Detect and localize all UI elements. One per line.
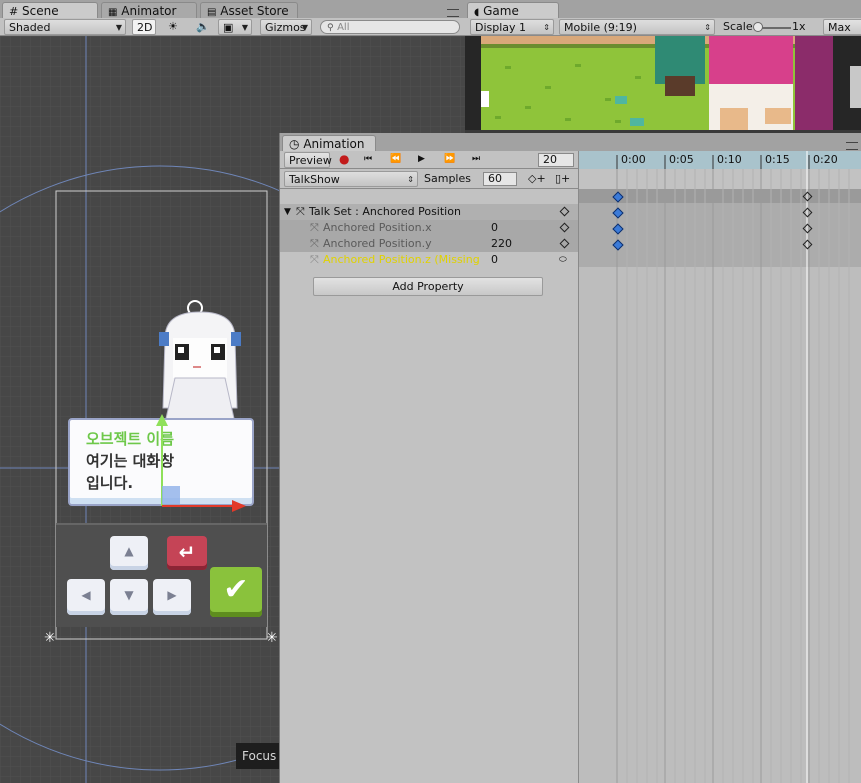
search-icon: ⚲ bbox=[327, 23, 334, 33]
maximize-on-play-button[interactable]: Max bbox=[823, 19, 861, 35]
back-button[interactable]: ↵ bbox=[167, 536, 207, 570]
scene-tabbar: # Scene ▦ Animator ▤ Asset Store bbox=[0, 0, 465, 18]
property-row-y[interactable]: ⤧ Anchored Position.y 220 bbox=[280, 236, 578, 252]
return-icon: ↵ bbox=[178, 540, 196, 564]
up-arrow-icon: ▲ bbox=[124, 544, 134, 558]
checkmark-icon: ✔ bbox=[223, 572, 249, 607]
time-label-5: 0:05 bbox=[669, 153, 694, 166]
tab-animator[interactable]: ▦ Animator bbox=[101, 2, 197, 18]
add-event-button[interactable]: ▯+ bbox=[551, 171, 573, 187]
scale-slider[interactable] bbox=[753, 22, 791, 32]
dropdown-arrow-icon: ▼ bbox=[301, 23, 308, 32]
2d-toggle-button[interactable]: 2D bbox=[132, 19, 156, 35]
panel-menu-icon[interactable] bbox=[447, 9, 459, 17]
prev-key-button[interactable]: ⏪ bbox=[386, 152, 408, 168]
right-arrow-icon: ▶ bbox=[167, 588, 177, 602]
next-key-button[interactable]: ⏩ bbox=[440, 152, 462, 168]
clip-row: TalkShow ⇕ Samples 60 ◇+ ▯+ bbox=[280, 169, 578, 189]
property-list: ▼ ⤧ Talk Set : Anchored Position ⤧ Ancho… bbox=[280, 190, 578, 783]
animation-tabbar: ◷ Animation bbox=[280, 133, 861, 151]
time-label-0: 0:00 bbox=[621, 153, 646, 166]
clip-dropdown[interactable]: TalkShow ⇕ bbox=[284, 171, 418, 187]
scene-toolbar: Shaded ▼ 2D ☀ 🔈 ▣ ▼ Gizmos ▼ ⚲ All bbox=[0, 18, 465, 36]
clock-icon: ◷ bbox=[289, 137, 300, 151]
last-key-button[interactable]: ⏭ bbox=[468, 152, 490, 168]
keyframe-toggle-icon[interactable] bbox=[559, 238, 570, 249]
foldout-arrow-icon[interactable]: ▼ bbox=[284, 204, 291, 220]
confirm-button[interactable]: ✔ bbox=[210, 567, 262, 617]
display-dropdown[interactable]: Display 1 ⇕ bbox=[470, 19, 554, 35]
rect-transform-icon: ⤧ bbox=[296, 205, 305, 218]
keyframe-toggle-icon[interactable] bbox=[559, 222, 570, 233]
property-row-x[interactable]: ⤧ Anchored Position.x 0 bbox=[280, 220, 578, 236]
left-arrow-icon: ◀ bbox=[81, 588, 91, 602]
effects-dropdown[interactable]: ▣ ▼ bbox=[218, 19, 252, 35]
gizmos-dropdown[interactable]: Gizmos ▼ bbox=[260, 19, 312, 35]
animation-controls: Preview ● ⏮ ⏪ ▶ ⏩ ⏭ 20 bbox=[280, 151, 578, 169]
up-arrow-button[interactable]: ▲ bbox=[110, 536, 148, 570]
anchor-handle-right[interactable]: ✳ bbox=[266, 630, 278, 646]
lighting-icon[interactable]: ☀ bbox=[164, 19, 184, 35]
pacman-icon: ◖ bbox=[474, 7, 480, 18]
anchor-handle-left[interactable]: ✳ bbox=[44, 630, 56, 646]
character-sprite bbox=[159, 300, 241, 423]
time-label-10: 0:10 bbox=[717, 153, 742, 166]
shading-mode-dropdown[interactable]: Shaded ▼ bbox=[4, 19, 126, 35]
dropdown-arrow-icon: ▼ bbox=[241, 23, 248, 32]
property-group-row[interactable]: ▼ ⤧ Talk Set : Anchored Position bbox=[280, 204, 578, 220]
time-label-15: 0:15 bbox=[765, 153, 790, 166]
animator-icon: ▦ bbox=[108, 7, 118, 18]
grid-icon: # bbox=[9, 5, 19, 18]
panel-menu-icon[interactable] bbox=[846, 142, 858, 150]
tab-scene[interactable]: # Scene bbox=[2, 2, 98, 18]
timeline[interactable]: 0:00 0:05 0:10 0:15 0:20 bbox=[578, 151, 861, 783]
tab-animation[interactable]: ◷ Animation bbox=[282, 135, 376, 151]
scale-slider-thumb[interactable] bbox=[753, 22, 763, 32]
dropdown-arrow-icon: ⇕ bbox=[704, 23, 711, 32]
search-input: All bbox=[337, 22, 350, 33]
resolution-dropdown[interactable]: Mobile (9:19) ⇕ bbox=[559, 19, 715, 35]
samples-label: Samples bbox=[424, 172, 471, 185]
game-screenshot bbox=[481, 36, 861, 130]
left-arrow-button[interactable]: ◀ bbox=[67, 579, 105, 615]
down-arrow-button[interactable]: ▼ bbox=[110, 579, 148, 615]
scale-label: Scale bbox=[723, 20, 753, 33]
animation-window: ◷ Animation Preview ● ⏮ ⏪ ▶ ⏩ ⏭ 20 TalkS… bbox=[279, 133, 861, 783]
dropdown-arrow-icon: ▼ bbox=[115, 23, 122, 32]
game-tabbar: ◖ Game bbox=[465, 0, 861, 18]
dropdown-arrow-icon: ⇕ bbox=[407, 175, 414, 184]
dropdown-arrow-icon: ⇕ bbox=[543, 23, 550, 32]
scale-value: 1x bbox=[792, 20, 806, 33]
game-view bbox=[465, 36, 861, 130]
move-gizmo[interactable] bbox=[150, 414, 250, 514]
samples-field[interactable]: 60 bbox=[483, 172, 517, 186]
property-icon: ⤧ bbox=[310, 221, 319, 234]
remove-property-icon[interactable]: ⬭ bbox=[559, 252, 567, 268]
search-field[interactable]: ⚲ All bbox=[320, 20, 460, 34]
game-toolbar: Display 1 ⇕ Mobile (9:19) ⇕ Scale 1x Max bbox=[465, 18, 861, 36]
property-row-z-missing[interactable]: ⤧ Anchored Position.z (Missing 0 ⬭ bbox=[280, 252, 578, 268]
tab-asset-store[interactable]: ▤ Asset Store bbox=[200, 2, 298, 18]
property-icon: ⤧ bbox=[310, 237, 319, 250]
play-button[interactable]: ▶ bbox=[414, 152, 436, 168]
first-key-button[interactable]: ⏮ bbox=[360, 152, 382, 168]
right-arrow-button[interactable]: ▶ bbox=[153, 579, 191, 615]
frame-field[interactable]: 20 bbox=[538, 153, 574, 167]
add-property-button[interactable]: Add Property bbox=[313, 277, 543, 296]
preview-button[interactable]: Preview bbox=[284, 152, 332, 168]
property-icon: ⤧ bbox=[310, 253, 319, 266]
dialog-text-line-2: 입니다. bbox=[86, 474, 134, 492]
down-arrow-icon: ▼ bbox=[124, 588, 134, 602]
tab-game[interactable]: ◖ Game bbox=[467, 2, 559, 18]
keyframe-toggle-icon[interactable] bbox=[559, 206, 570, 217]
audio-icon[interactable]: 🔈 bbox=[192, 19, 212, 35]
focus-label: Focus bbox=[236, 743, 280, 769]
image-icon: ▣ bbox=[223, 21, 234, 34]
add-keyframe-button[interactable]: ◇+ bbox=[524, 171, 546, 187]
time-label-20: 0:20 bbox=[813, 153, 838, 166]
record-button[interactable]: ● bbox=[335, 152, 357, 168]
store-icon: ▤ bbox=[207, 7, 217, 18]
